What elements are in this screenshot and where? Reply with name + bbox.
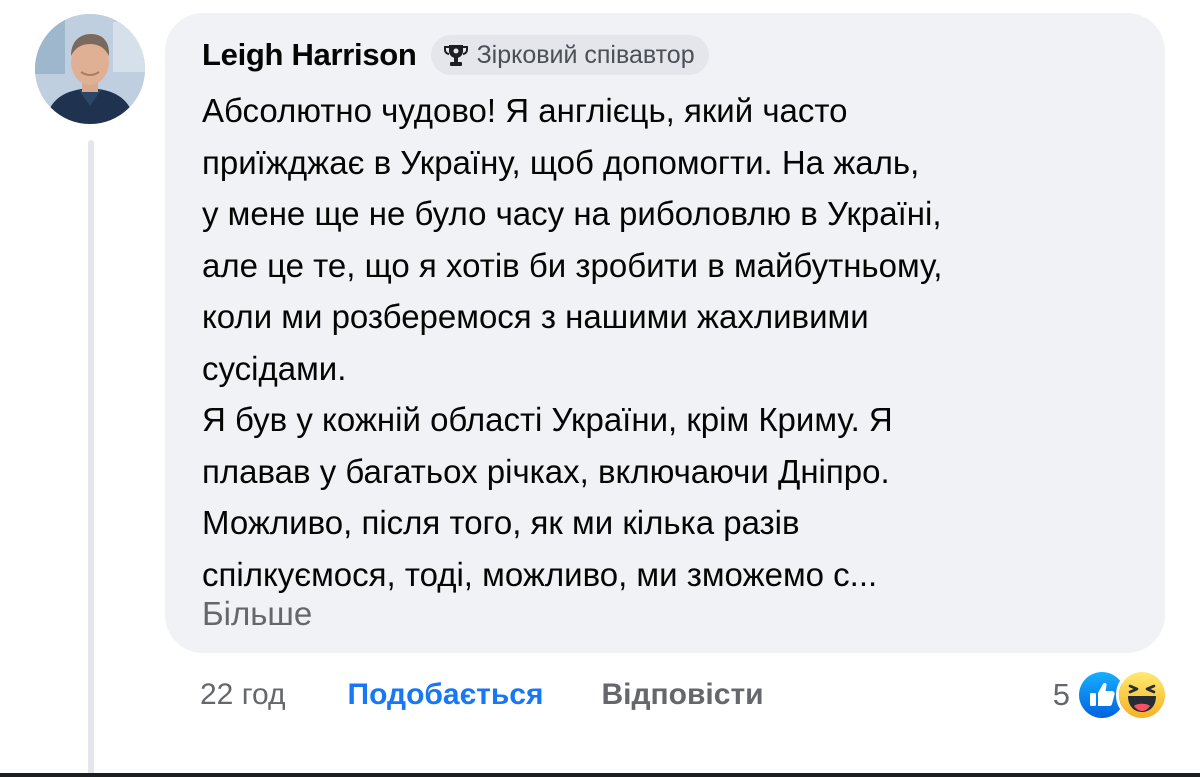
- avatar-photo: [35, 14, 145, 124]
- comment-line: сусідами.: [202, 349, 347, 387]
- see-more-link[interactable]: Більше: [202, 592, 312, 636]
- comment-line: плавав у багатьох річках, включаючи Дніп…: [202, 452, 890, 490]
- badge-label: Зірковий співавтор: [476, 40, 695, 69]
- comment-line: спілкуємося, тоді, можливо, ми зможемо с…: [202, 555, 878, 593]
- comment-text: Абсолютно чудово! Я англієць, який часто…: [202, 85, 1142, 600]
- comment-line: у мене ще не було часу на риболовлю в Ук…: [202, 195, 942, 232]
- comment-screen: Leigh Harrison Зірковий співавтор Абсолю…: [0, 0, 1200, 777]
- thread-line: [88, 140, 94, 777]
- author-name[interactable]: Leigh Harrison: [202, 37, 417, 73]
- comment-line: Я був у кожній області України, крім Кри…: [202, 401, 893, 438]
- reactions-summary[interactable]: 5: [1053, 668, 1168, 722]
- like-button[interactable]: Подобається: [348, 678, 544, 712]
- bottom-divider: [0, 773, 1200, 777]
- reaction-count: 5: [1052, 677, 1070, 712]
- comment-line: але це те, що я хотів би зробити в майбу…: [202, 246, 943, 284]
- haha-reaction-icon: [1116, 669, 1168, 721]
- comment-line: Абсолютно чудово! Я англієць, який часто: [202, 92, 848, 129]
- trophy-icon: [443, 42, 469, 68]
- comment-bubble: Leigh Harrison Зірковий співавтор Абсолю…: [165, 13, 1165, 653]
- reply-button[interactable]: Відповісти: [602, 678, 764, 712]
- comment-timestamp[interactable]: 22 год: [200, 678, 286, 712]
- top-contributor-badge[interactable]: Зірковий співавтор: [430, 35, 709, 75]
- comment-line: Можливо, після того, як ми кілька разів: [202, 504, 800, 541]
- avatar[interactable]: [35, 14, 145, 124]
- comment-line: приїжджає в Україну, щоб допомогти. На ж…: [202, 143, 920, 181]
- comment-line: коли ми розберемося з нашими жахливими: [202, 298, 869, 335]
- author-row: Leigh Harrison Зірковий співавтор: [202, 33, 709, 77]
- comment-actions: 22 год Подобається Відповісти: [200, 672, 764, 718]
